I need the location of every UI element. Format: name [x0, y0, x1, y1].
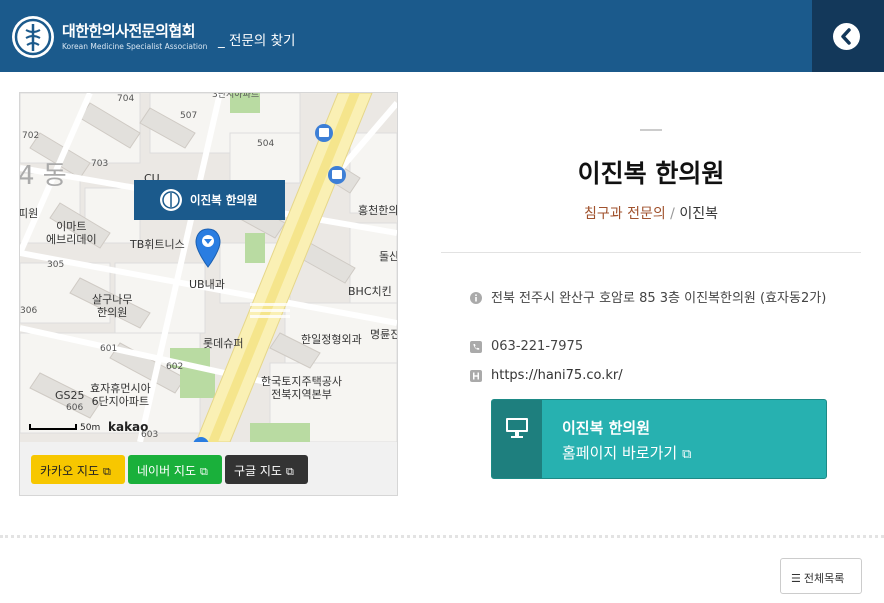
doctor-name: 이진복: [679, 206, 718, 222]
map-popup-label: 이진복 한의원: [190, 193, 258, 207]
google-map-label: 구글 지도: [234, 464, 282, 478]
clinic-phone[interactable]: 063-221-7975: [491, 337, 583, 357]
map-label: 507: [180, 111, 198, 121]
association-logo[interactable]: [12, 16, 54, 58]
map-panel: 704 3단지아파트 507 504 702 703 4 동 CU 피원 이마트…: [19, 92, 398, 496]
title-divider: [640, 129, 662, 131]
map-label: 명륜진: [370, 328, 397, 341]
external-link-icon: ⧉: [200, 465, 208, 478]
map-label: 601: [100, 344, 118, 354]
chevron-left-icon: [833, 23, 860, 50]
map-label: 602: [166, 362, 184, 372]
specialty-line: 침구과 전문의 / 이진복: [584, 206, 718, 222]
map-label: 한국토지주택공사 전북지역본부: [261, 375, 342, 401]
map-label: TB휘트니스: [130, 238, 185, 251]
map-label: 이마트 에브리데이: [46, 220, 97, 246]
clinic-address: 전북 전주시 완산구 호암로 85 3층 이진복한의원 (효자동2가): [491, 291, 827, 306]
map-label: 306: [20, 306, 38, 316]
full-list-button[interactable]: ☰ 전체목록: [780, 558, 862, 594]
map-view[interactable]: 704 3단지아파트 507 504 702 703 4 동 CU 피원 이마트…: [20, 93, 397, 442]
map-label: 702: [22, 131, 40, 141]
map-label: 606: [66, 403, 84, 413]
list-icon: ☰: [791, 572, 801, 585]
monitor-icon-box: [492, 400, 542, 478]
external-link-icon: ⧉: [682, 447, 692, 462]
homepage-link-text: 홈페이지 바로가기: [562, 444, 678, 462]
map-brand: kakao: [108, 420, 149, 434]
naver-map-button[interactable]: 네이버 지도 ⧉: [128, 455, 222, 484]
homepage-link-label: 홈페이지 바로가기 ⧉: [562, 442, 691, 463]
back-button[interactable]: [812, 0, 884, 72]
map-label: 효자휴먼시아 6단지아파트: [90, 382, 151, 408]
homepage-clinic-name: 이진복 한의원: [562, 419, 651, 437]
map-label: 살구나무 한의원: [92, 293, 133, 319]
caduceus-icon: [14, 18, 52, 56]
monitor-icon: [506, 418, 528, 438]
map-label: BHC치킨: [348, 285, 392, 298]
map-label: 4 동: [20, 161, 67, 191]
h-icon: [470, 370, 482, 382]
section-divider: [441, 252, 861, 253]
google-map-button[interactable]: 구글 지도 ⧉: [225, 455, 308, 484]
map-label: GS25: [55, 389, 85, 402]
full-list-label: 전체목록: [803, 572, 845, 585]
map-label: 3단지아파트: [212, 93, 260, 100]
map-label: 한일정형외과: [301, 333, 362, 346]
footer-divider: [0, 535, 884, 538]
association-logo-icon: [160, 189, 182, 211]
naver-map-label: 네이버 지도: [137, 464, 197, 478]
clinic-website[interactable]: https://hani75.co.kr/: [491, 366, 623, 386]
map-label: 피원: [20, 207, 39, 220]
map-label: 703: [91, 159, 109, 169]
map-label: 305: [47, 260, 65, 270]
kakao-map-label: 카카오 지도: [40, 464, 100, 478]
map-label: 704: [117, 94, 135, 104]
kakao-map-button[interactable]: 카카오 지도 ⧉: [31, 455, 125, 484]
map-marker-popup[interactable]: 이진복 한의원: [134, 180, 285, 220]
top-bar: 대한한의사전문의협회 Korean Medicine Specialist As…: [0, 0, 884, 72]
org-name: 대한한의사전문의협회: [62, 22, 196, 40]
info-icon: [470, 292, 482, 304]
page-breadcrumb: _ 전문의 찾기: [218, 33, 296, 49]
map-label: 홍천한의: [358, 204, 397, 217]
homepage-button[interactable]: 이진복 한의원 홈페이지 바로가기 ⧉: [491, 399, 827, 479]
external-link-icon: ⧉: [285, 465, 294, 478]
map-label: 롯데슈퍼: [203, 337, 244, 350]
map-label: 돌산: [379, 250, 397, 263]
clinic-title: 이진복 한의원: [577, 159, 725, 188]
org-name-english: Korean Medicine Specialist Association: [62, 42, 208, 51]
external-link-icon: ⧉: [103, 465, 111, 478]
phone-icon: [470, 341, 482, 353]
map-label: 504: [257, 139, 275, 149]
map-label: UB내과: [189, 278, 225, 291]
map-scale-label: 50m: [80, 423, 101, 433]
specialty: 침구과 전문의: [584, 206, 666, 222]
